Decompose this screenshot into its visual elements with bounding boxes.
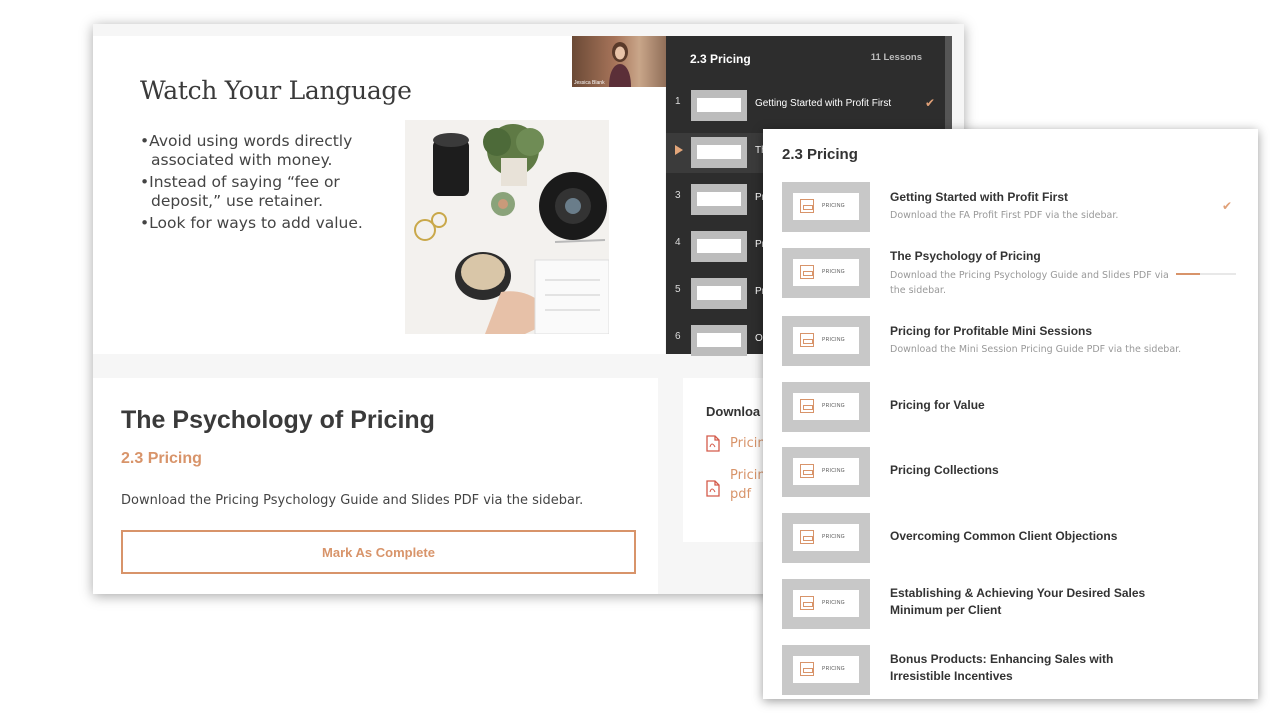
register-icon xyxy=(800,333,814,347)
lesson-thumbnail xyxy=(691,90,747,121)
download-label: Pricin pdf xyxy=(730,468,766,502)
lesson-thumbnail xyxy=(691,137,747,168)
lesson-progress-bar xyxy=(1176,273,1236,275)
lesson-number: 4 xyxy=(675,237,681,248)
lesson-number: 1 xyxy=(675,96,681,107)
lesson-number: 6 xyxy=(675,331,681,342)
lesson-item[interactable]: PRICING Bonus Products: Enhancing Sales … xyxy=(782,645,1242,695)
lesson-item[interactable]: PRICING Pricing for Value xyxy=(782,382,1242,432)
lesson-thumbnail: PRICING xyxy=(782,248,870,298)
play-icon xyxy=(675,145,683,155)
lesson-label: O xyxy=(755,333,763,344)
pdf-file-icon xyxy=(706,435,720,452)
lesson-thumbnail: PRICING xyxy=(782,447,870,497)
lesson-item[interactable]: PRICING Overcoming Common Client Objecti… xyxy=(782,513,1242,563)
lesson-label: Getting Started with Profit First xyxy=(755,98,892,109)
thumbnail-text: PRICING xyxy=(822,468,845,474)
register-icon xyxy=(800,662,814,676)
lesson-item[interactable]: PRICING Getting Started with Profit Firs… xyxy=(782,182,1242,232)
lesson-title: The Psychology of Pricing xyxy=(121,406,435,434)
presenter-image xyxy=(609,42,631,87)
lesson-info: The Psychology of Pricing 2.3 Pricing Do… xyxy=(93,378,658,594)
webcam-label: Jessica Blank xyxy=(574,80,605,86)
download-label: Pricin xyxy=(730,436,766,451)
popup-title: 2.3 Pricing xyxy=(782,146,858,163)
lesson-name: Getting Started with Profit First xyxy=(890,190,1069,204)
lesson-item[interactable]: PRICING Pricing Collections xyxy=(782,447,1242,497)
slide-bullets: Avoid using words directly associated wi… xyxy=(140,132,390,236)
lesson-name: Pricing Collections xyxy=(890,463,999,477)
slide-photo xyxy=(405,120,609,334)
register-icon xyxy=(800,199,814,213)
lesson-list-popup: 2.3 Pricing PRICING Getting Started with… xyxy=(763,129,1258,699)
register-icon xyxy=(800,464,814,478)
lesson-name: The Psychology of Pricing xyxy=(890,249,1041,263)
thumbnail-text: PRICING xyxy=(822,534,845,540)
lesson-name: Establishing & Achieving Your Desired Sa… xyxy=(890,586,1146,617)
lesson-thumbnail xyxy=(691,278,747,309)
presenter-webcam: Jessica Blank xyxy=(572,36,668,87)
lesson-thumbnail: PRICING xyxy=(782,382,870,432)
lesson-thumbnail xyxy=(691,325,747,356)
check-icon: ✔ xyxy=(924,96,935,110)
lesson-item[interactable]: PRICING Establishing & Achieving Your De… xyxy=(782,579,1242,629)
thumbnail-text: PRICING xyxy=(822,269,845,275)
check-icon: ✔ xyxy=(1222,199,1233,213)
register-icon xyxy=(800,399,814,413)
lesson-number: 3 xyxy=(675,190,681,201)
slide-bullet: Instead of saying “fee or deposit,” use … xyxy=(140,173,390,211)
lesson-thumbnail: PRICING xyxy=(782,513,870,563)
thumbnail-text: PRICING xyxy=(822,203,845,209)
lesson-name: Pricing for Profitable Mini Sessions xyxy=(890,324,1093,338)
lesson-description: Download the Mini Session Pricing Guide … xyxy=(890,344,1182,355)
mark-complete-button[interactable]: Mark As Complete xyxy=(121,530,636,574)
slide-title: Watch Your Language xyxy=(140,76,412,105)
playlist-header: 2.3 Pricing 11 Lessons xyxy=(690,52,922,66)
lesson-name: Bonus Products: Enhancing Sales with Irr… xyxy=(890,652,1114,683)
thumbnail-text: PRICING xyxy=(822,403,845,409)
register-icon xyxy=(800,265,814,279)
lesson-thumbnail xyxy=(691,184,747,215)
playlist-item[interactable]: 1 Getting Started with Profit First ✔ xyxy=(666,86,945,126)
lesson-count: 11 Lessons xyxy=(870,52,922,63)
lesson-description: Download the FA Profit First PDF via the… xyxy=(890,210,1119,221)
thumbnail-text: PRICING xyxy=(822,666,845,672)
lesson-thumbnail xyxy=(691,231,747,262)
thumbnail-text: PRICING xyxy=(822,600,845,606)
lesson-name: Pricing for Value xyxy=(890,398,985,412)
slide-bullet: Avoid using words directly associated wi… xyxy=(140,132,390,170)
lesson-number: 5 xyxy=(675,284,681,295)
register-icon xyxy=(800,530,814,544)
slide-bullet: Look for ways to add value. xyxy=(140,214,390,233)
downloads-title: Downloa xyxy=(706,404,761,419)
lesson-thumbnail: PRICING xyxy=(782,182,870,232)
lesson-thumbnail: PRICING xyxy=(782,579,870,629)
playlist-title: 2.3 Pricing xyxy=(690,52,751,66)
thumbnail-text: PRICING xyxy=(822,337,845,343)
section-label: 2.3 Pricing xyxy=(121,450,202,467)
lesson-description: Download the Pricing Psychology Guide an… xyxy=(121,493,584,508)
lesson-thumbnail: PRICING xyxy=(782,316,870,366)
lesson-thumbnail: PRICING xyxy=(782,645,870,695)
pdf-file-icon xyxy=(706,480,720,497)
lesson-item[interactable]: PRICING Pricing for Profitable Mini Sess… xyxy=(782,316,1242,366)
lesson-item-current[interactable]: PRICING The Psychology of Pricing Downlo… xyxy=(782,248,1242,298)
register-icon xyxy=(800,596,814,610)
lesson-name: Overcoming Common Client Objections xyxy=(890,529,1118,543)
lesson-description: Download the Pricing Psychology Guide an… xyxy=(890,270,1169,296)
